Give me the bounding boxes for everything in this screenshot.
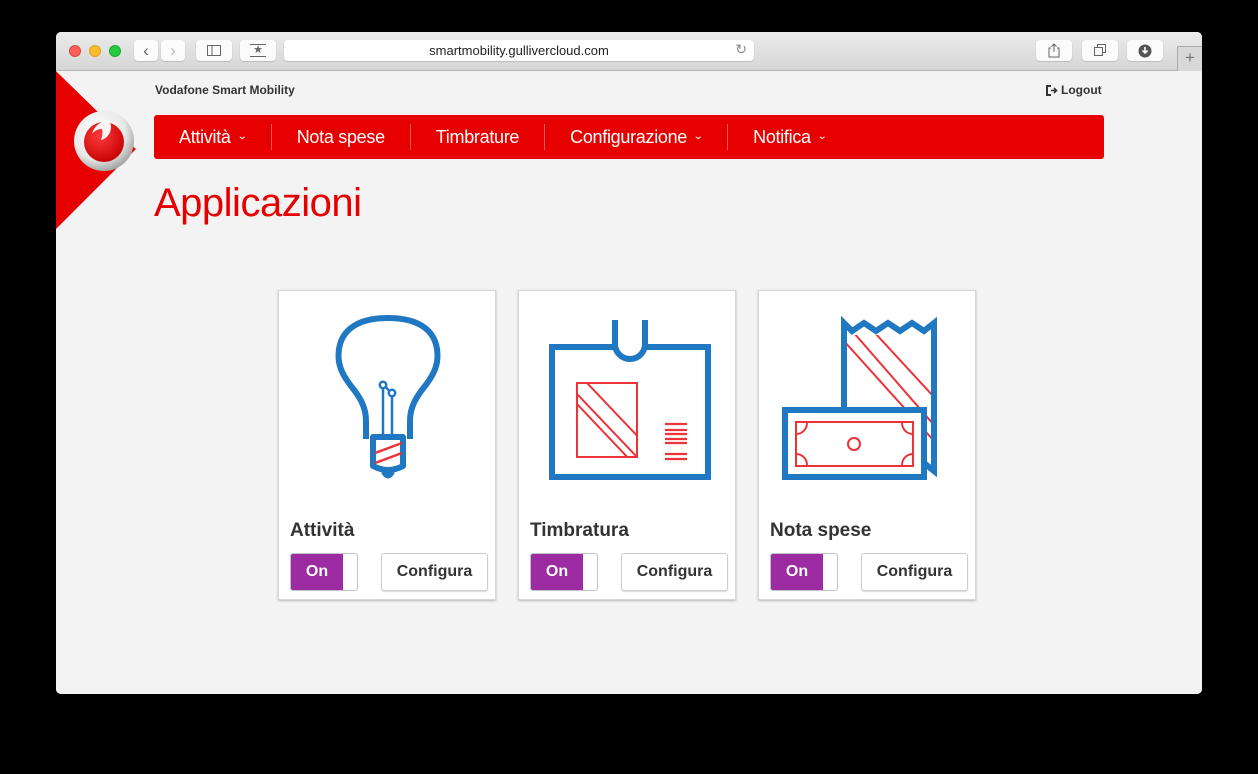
nav-item-label: Timbrature [435,127,520,147]
app-toggle[interactable]: On [530,553,598,591]
browser-window: ‹ › ★ smartmobility.gullivercloud.com ↻ … [56,32,1202,694]
nav-item-label: Nota spese [296,127,385,147]
main-nav: Attività ⌄ Nota spese Timbrature Configu… [154,115,1104,159]
nav-item-configurazione[interactable]: Configurazione ⌄ [545,124,727,150]
tabs-overview-button[interactable] [1082,40,1118,61]
app-title: Timbratura [530,520,629,541]
app-title: Nota spese [770,520,872,541]
app-toggle[interactable]: On [290,553,358,591]
configure-button[interactable]: Configura [861,553,968,591]
toggle-on-label: On [291,554,343,590]
page-title: Applicazioni [154,181,362,225]
chevron-down-icon: ⌄ [692,131,704,142]
app-card-timbratura: Timbratura On Configura [518,290,736,600]
nav-item-attivita[interactable]: Attività ⌄ [154,124,271,150]
share-button[interactable] [1036,40,1072,61]
logout-link[interactable]: Logout [1046,83,1102,97]
download-icon [1138,44,1152,57]
nav-item-label: Notifica [753,127,811,147]
maximize-window-button[interactable] [109,45,121,57]
page-content: Vodafone Smart Mobility Logout Attività … [56,71,1202,694]
close-window-button[interactable] [69,45,81,57]
star-icon: ★ [250,44,266,57]
receipt-money-icon [782,315,937,480]
brand-name: Vodafone Smart Mobility [155,83,295,97]
nav-item-label: Attività [179,127,231,147]
app-toggle[interactable]: On [770,553,838,591]
browser-toolbar: ‹ › ★ smartmobility.gullivercloud.com ↻ … [56,32,1202,71]
configure-button[interactable]: Configura [381,553,488,591]
nav-item-nota-spese[interactable]: Nota spese [272,124,410,150]
lightbulb-icon [335,315,441,479]
url-text: smartmobility.gullivercloud.com [429,43,609,58]
chevron-right-icon: › [170,40,176,60]
tabs-icon [1093,44,1106,56]
app-card-attivita: Attività On Configura [278,290,496,600]
sidebar-toggle-button[interactable] [196,40,232,61]
forward-button[interactable]: › [161,40,185,61]
logout-icon [1046,84,1058,96]
logout-label: Logout [1061,83,1102,97]
nav-item-label: Configurazione [570,127,688,147]
chevron-down-icon: ⌄ [236,131,247,142]
app-title: Attività [290,520,355,541]
chevron-down-icon: ⌄ [816,131,828,142]
badge-icon [549,320,711,480]
chevron-left-icon: ‹ [143,40,149,60]
downloads-button[interactable] [1127,40,1163,61]
bookmarks-button[interactable]: ★ [240,40,276,61]
configure-button[interactable]: Configura [621,553,728,591]
nav-item-notifica[interactable]: Notifica ⌄ [728,124,851,150]
toggle-on-label: On [531,554,583,590]
toggle-on-label: On [771,554,823,590]
nav-item-timbrature[interactable]: Timbrature [411,124,544,150]
sidebar-icon [207,45,221,56]
app-card-nota-spese: Nota spese On Configura [758,290,976,600]
share-icon [1048,43,1060,58]
address-bar[interactable]: smartmobility.gullivercloud.com ↻ [284,40,754,61]
back-button[interactable]: ‹ [134,40,158,61]
reload-icon[interactable]: ↻ [735,41,747,58]
new-tab-button[interactable]: + [1177,46,1202,71]
minimize-window-button[interactable] [89,45,101,57]
vodafone-logo[interactable] [73,110,135,172]
